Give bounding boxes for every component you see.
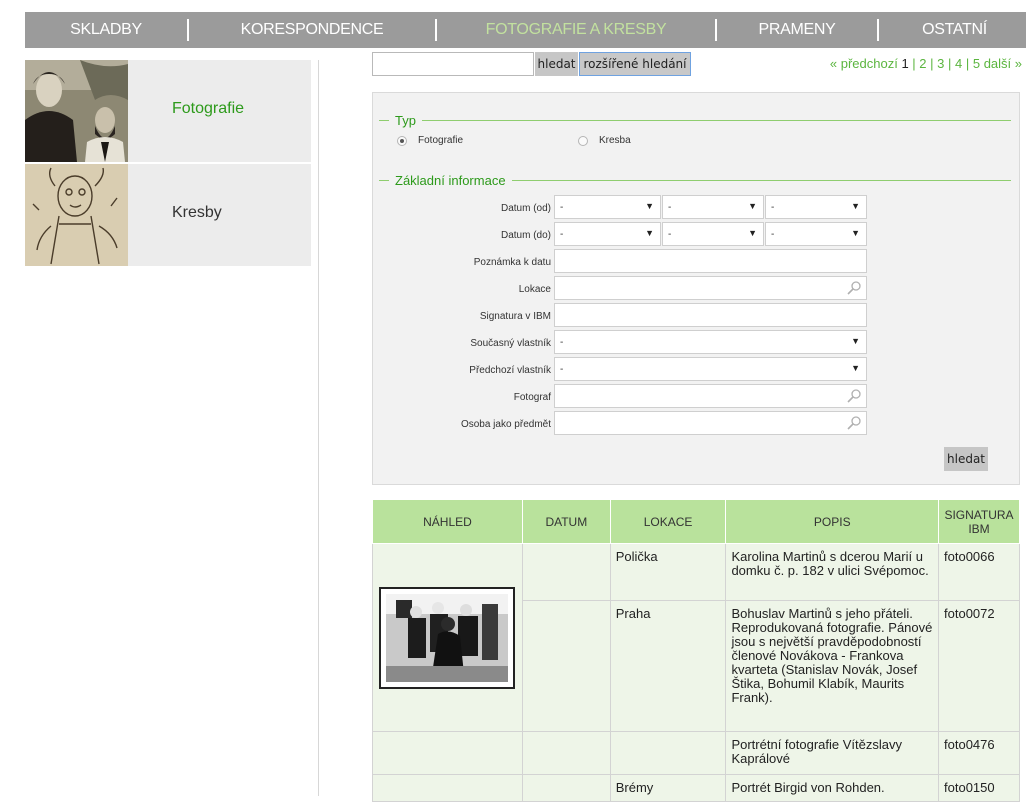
basic-info-legend: Základní informace — [379, 173, 1011, 188]
table-row[interactable]: Portrétní fotografie Vítězslavy Kaprálov… — [372, 731, 1020, 775]
pager-page[interactable]: 2 — [919, 56, 926, 71]
column-divider — [318, 60, 319, 796]
col-header-location[interactable]: LOKACE — [609, 499, 727, 544]
photo-thumbnail — [25, 60, 128, 162]
description-cell: Portrét Birgid von Rohden. — [725, 774, 940, 802]
location-input[interactable] — [554, 276, 867, 300]
pagination: « předchozí 1 | 2 | 3 | 4 | 5 další » — [829, 56, 1022, 71]
previous-owner-label: Předchozí vlastník — [469, 365, 551, 376]
date-from-year-select[interactable]: - ▼ — [765, 195, 867, 219]
chevron-down-icon: ▼ — [645, 228, 654, 238]
date-from-day-select[interactable]: - ▼ — [554, 195, 661, 219]
sidebar-item-fotografie[interactable]: Fotografie — [25, 60, 311, 162]
nav-fotografie-a-kresby[interactable]: FOTOGRAFIE A KRESBY — [437, 12, 715, 48]
radio-kresba[interactable]: Kresba — [578, 135, 631, 146]
pager-current: 1 — [901, 56, 909, 71]
search-button[interactable]: hledat — [535, 52, 578, 76]
pager-next[interactable]: další » — [984, 56, 1022, 71]
chevron-down-icon: ▼ — [851, 336, 860, 346]
chevron-down-icon: ▼ — [851, 363, 860, 373]
signature-cell: foto0066 — [938, 543, 1020, 601]
location-cell: Brémy — [609, 774, 727, 802]
col-header-description[interactable]: POPIS — [725, 499, 940, 544]
signature-cell: foto0072 — [938, 600, 1020, 732]
results-table: NÁHLED DATUM LOKACE POPIS SIGNATURA IBM — [372, 499, 1020, 802]
person-subject-label: Osoba jako předmět — [460, 419, 551, 430]
signature-input[interactable] — [554, 303, 867, 327]
pager-page[interactable]: 4 — [955, 56, 962, 71]
date-note-label: Poznámka k datu — [473, 257, 551, 268]
type-legend: Typ — [379, 113, 1011, 128]
preview-cell[interactable] — [372, 543, 523, 732]
date-to-day-select[interactable]: - ▼ — [554, 222, 661, 246]
pager-page[interactable]: 5 — [973, 56, 980, 71]
chevron-down-icon: ▼ — [748, 201, 757, 211]
sidebar-item-kresby[interactable]: Kresby — [25, 164, 311, 266]
radio-fotografie[interactable]: Fotografie — [397, 135, 463, 146]
date-to-label: Datum (do) — [500, 230, 551, 241]
signature-label: Signatura v IBM — [479, 311, 551, 322]
search-input[interactable] — [372, 52, 534, 76]
photo-thumbnail[interactable] — [379, 586, 516, 689]
advanced-search-button[interactable]: rozšířené hledání — [579, 52, 691, 76]
person-subject-input[interactable] — [554, 411, 867, 435]
magnifier-icon — [846, 388, 862, 407]
date-cell — [521, 731, 611, 775]
previous-owner-select[interactable]: - ▼ — [554, 357, 867, 381]
col-header-date[interactable]: DATUM — [521, 499, 611, 544]
preview-cell — [372, 774, 523, 802]
date-from-label: Datum (od) — [500, 203, 551, 214]
category-sidebar: Fotografie Kresby — [25, 60, 311, 268]
col-header-preview[interactable]: NÁHLED — [372, 499, 523, 544]
main-nav: SKLADBY KORESPONDENCE FOTOGRAFIE A KRESB… — [25, 12, 1026, 48]
current-owner-label: Současný vlastník — [470, 338, 551, 349]
pager-prev[interactable]: « předchozí — [830, 56, 898, 71]
drawing-thumbnail — [25, 164, 128, 266]
date-cell — [521, 543, 611, 601]
sidebar-item-label: Fotografie — [172, 100, 245, 117]
nav-ostatni[interactable]: OSTATNÍ — [879, 12, 1026, 48]
radio-checked-icon — [397, 135, 407, 146]
date-from-month-select[interactable]: - ▼ — [662, 195, 764, 219]
date-cell — [521, 774, 611, 802]
location-cell — [609, 731, 727, 775]
preview-cell — [372, 731, 523, 775]
sidebar-item-label: Kresby — [172, 204, 222, 221]
signature-cell: foto0476 — [938, 731, 1020, 775]
signature-cell: foto0150 — [938, 774, 1020, 802]
location-cell: Polička — [609, 543, 727, 601]
table-row[interactable]: Brémy Portrét Birgid von Rohden. foto015… — [372, 774, 1020, 802]
table-row[interactable]: Polička Karolina Martinů s dcerou Marií … — [372, 543, 1020, 732]
chevron-down-icon: ▼ — [851, 201, 860, 211]
nav-prameny[interactable]: PRAMENY — [717, 12, 877, 48]
chevron-down-icon: ▼ — [748, 228, 757, 238]
chevron-down-icon: ▼ — [851, 228, 860, 238]
photographer-label: Fotograf — [513, 392, 551, 403]
advanced-search-panel: Typ Fotografie Kresba Základní informace… — [372, 92, 1020, 485]
table-header-row: NÁHLED DATUM LOKACE POPIS SIGNATURA IBM — [372, 499, 1020, 544]
magnifier-icon — [846, 280, 862, 299]
nav-skladby[interactable]: SKLADBY — [25, 12, 187, 48]
nav-korespondence[interactable]: KORESPONDENCE — [189, 12, 435, 48]
description-cell: Bohuslav Martinů s jeho přáteli. Reprodu… — [725, 600, 940, 732]
photographer-input[interactable] — [554, 384, 867, 408]
date-to-year-select[interactable]: - ▼ — [765, 222, 867, 246]
description-cell: Karolina Martinů s dcerou Marií u domku … — [725, 543, 940, 601]
location-label: Lokace — [518, 284, 551, 295]
date-cell — [521, 600, 611, 732]
magnifier-icon — [846, 415, 862, 434]
pager-page[interactable]: 3 — [937, 56, 944, 71]
date-to-month-select[interactable]: - ▼ — [662, 222, 764, 246]
chevron-down-icon: ▼ — [645, 201, 654, 211]
date-note-input[interactable] — [554, 249, 867, 273]
description-cell: Portrétní fotografie Vítězslavy Kaprálov… — [725, 731, 940, 775]
col-header-signature[interactable]: SIGNATURA IBM — [938, 499, 1020, 544]
location-cell: Praha — [609, 600, 727, 732]
filter-search-button[interactable]: hledat — [944, 447, 988, 471]
radio-unchecked-icon — [578, 135, 588, 146]
current-owner-select[interactable]: - ▼ — [554, 330, 867, 354]
